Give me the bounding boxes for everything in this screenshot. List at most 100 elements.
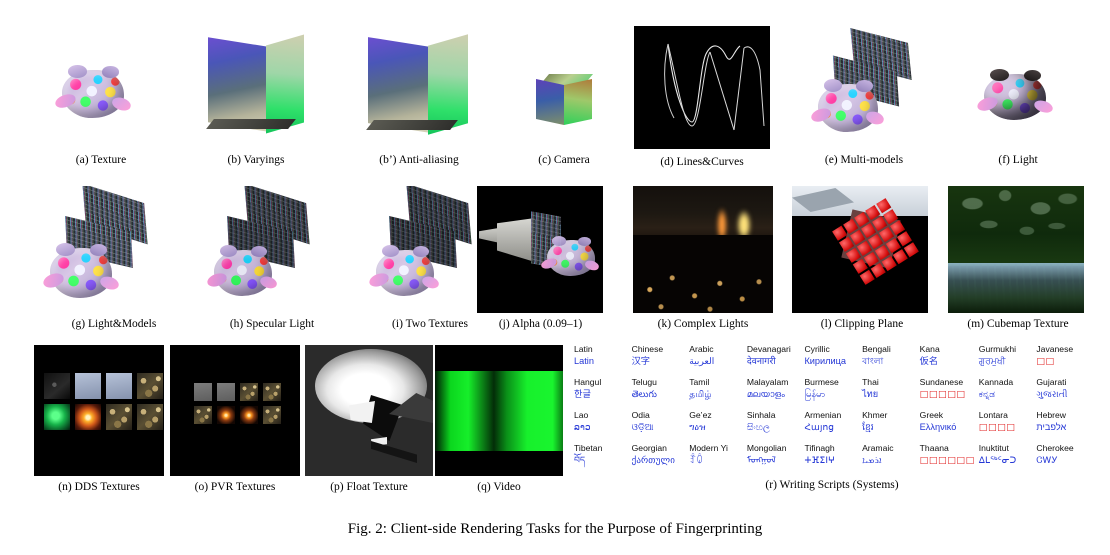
script-cell: Gujarati ગુજરાતી: [1034, 376, 1092, 409]
script-sample: සිංහල: [746, 422, 771, 432]
render-light-models: [40, 186, 188, 313]
blob-ear-right: [101, 66, 120, 78]
script-cell: Malayalam മലയാളം: [745, 376, 803, 409]
blob-model: [818, 79, 878, 132]
script-name: Kana: [919, 344, 940, 354]
script-sample: Кирилица: [804, 356, 847, 366]
script-sample: □□□□□: [919, 389, 966, 400]
render-clipping-plane: [792, 186, 928, 313]
panel-caption-n: (n) DDS Textures: [58, 481, 140, 493]
script-cell: Ge’ez ግዕዝ: [687, 409, 745, 442]
script-sample: ਗੁਰਮੁਖੀ: [978, 356, 1006, 366]
script-sample: Latin: [574, 356, 594, 366]
script-sample: മലയാളം: [746, 389, 785, 399]
script-cell: Javanese □□: [1034, 343, 1092, 376]
blob-ear-right: [856, 80, 874, 92]
script-name: Gurmukhi: [978, 344, 1017, 354]
script-sample: မြန်မာ: [804, 389, 826, 399]
panel-texture: (a) Texture: [36, 24, 166, 166]
panel-caption-e: (e) Multi-models: [824, 154, 904, 166]
panel-caption-c: (c) Camera: [538, 154, 590, 166]
script-sample: 한글: [574, 389, 591, 399]
script-sample: □□□□□□: [919, 455, 975, 466]
panel-complex-lights: (k) Complex Lights: [633, 186, 773, 330]
script-sample: Հայոց: [804, 422, 835, 432]
tile-green: [44, 404, 70, 430]
panel-caption-o: (o) PVR Textures: [194, 481, 276, 493]
panel-light: (f) Light: [958, 24, 1078, 166]
script-name: Tibetan: [574, 443, 603, 453]
panel-varyings: (b) Varyings: [186, 24, 326, 166]
tile-rock: [106, 404, 132, 430]
script-sample: বাংলা: [862, 356, 884, 366]
script-cell: Georgian ქართული: [630, 442, 688, 475]
script-name: Javanese: [1036, 344, 1074, 354]
render-camera: [508, 24, 620, 149]
script-name: Odia: [631, 410, 650, 420]
render-lines-curves: [634, 26, 770, 149]
tile-dark: [44, 373, 70, 399]
panel-caption-h: (h) Specular Light: [229, 318, 315, 330]
script-sample: ଓଡ଼ିଆ: [631, 422, 654, 432]
script-cell: Modern Yi ꆇꐍ: [687, 442, 745, 475]
script-cell: Burmese မြန်မာ: [802, 376, 860, 409]
script-name: Tifinagh: [804, 443, 835, 453]
script-sample: ꆇꐍ: [689, 455, 704, 465]
script-sample: ᏣᎳᎩ: [1036, 455, 1058, 465]
script-name: Hebrew: [1036, 410, 1066, 420]
script-cell: Cherokee ᏣᎳᎩ: [1034, 442, 1092, 475]
blob-model: [214, 245, 272, 296]
blob-ear-right: [89, 244, 108, 256]
panel-light-models: (g) Light&Models: [40, 186, 188, 330]
script-name: Thai: [862, 377, 879, 387]
script-cell: Devanagari देवनागरी: [745, 343, 803, 376]
panel-caption-k: (k) Complex Lights: [657, 318, 749, 330]
script-name: Modern Yi: [689, 443, 728, 453]
script-cell: Mongolian ᠮᠣᠩᠭᠣᠯ: [745, 442, 803, 475]
script-name: Telugu: [631, 377, 657, 387]
render-multi-models: [790, 24, 938, 149]
script-cell: Kannada ಕನ್ನಡ: [977, 376, 1035, 409]
script-sample: □□: [1036, 356, 1055, 367]
tile-blue: [75, 373, 101, 399]
panel-caption-p: (p) Float Texture: [330, 481, 408, 493]
script-cell: Aramaic ܐܪܡܝܐ: [860, 442, 918, 475]
tile-grey: [217, 383, 235, 401]
script-name: Malayalam: [746, 377, 789, 387]
script-name: Mongolian: [746, 443, 787, 453]
script-name: Cyrillic: [804, 344, 830, 354]
render-dds: [34, 345, 164, 476]
script-cell: Hangul 한글: [572, 376, 630, 409]
tile-rock: [240, 383, 258, 401]
script-cell: Chinese 汉字: [630, 343, 688, 376]
script-name: Arabic: [689, 344, 714, 354]
script-cell: Tifinagh ⵜⴼⵉⵏⵖ: [802, 442, 860, 475]
tile-fire: [75, 404, 101, 430]
panel-alpha: (j) Alpha (0.09–1): [463, 186, 618, 330]
panel-caption-b: (b) Varyings: [227, 154, 285, 166]
script-name: Tamil: [689, 377, 710, 387]
script-cell: Latin Latin: [572, 343, 630, 376]
script-sample: ไทย: [862, 389, 879, 399]
script-sample: العربية: [689, 356, 715, 366]
script-cell: Armenian Հայոց: [802, 409, 860, 442]
render-specular-light: [198, 186, 346, 313]
panel-caption-l: (l) Clipping Plane: [820, 318, 904, 330]
script-name: Armenian: [804, 410, 842, 420]
script-cell: Thaana □□□□□□: [918, 442, 977, 475]
curve-plot: [664, 43, 765, 131]
cube-face-left: [368, 37, 430, 133]
script-name: Gujarati: [1036, 377, 1067, 387]
script-cell: Thai ไทย: [860, 376, 918, 409]
render-pvr: [170, 345, 300, 476]
cube-face-bottom: [206, 119, 296, 129]
cube-face-left: [536, 79, 564, 125]
blob-ear-left: [551, 236, 567, 246]
tile-rock: [137, 404, 163, 430]
script-cell: Odia ଓଡ଼ିଆ: [630, 409, 688, 442]
panel-multi-models: (e) Multi-models: [790, 24, 938, 166]
panel-clipping-plane: (l) Clipping Plane: [792, 186, 932, 330]
script-cell: Tamil தமிழ்: [687, 376, 745, 409]
panel-cubemap-texture: (m) Cubemap Texture: [948, 186, 1088, 330]
pvr-tile-grid: [194, 383, 281, 424]
